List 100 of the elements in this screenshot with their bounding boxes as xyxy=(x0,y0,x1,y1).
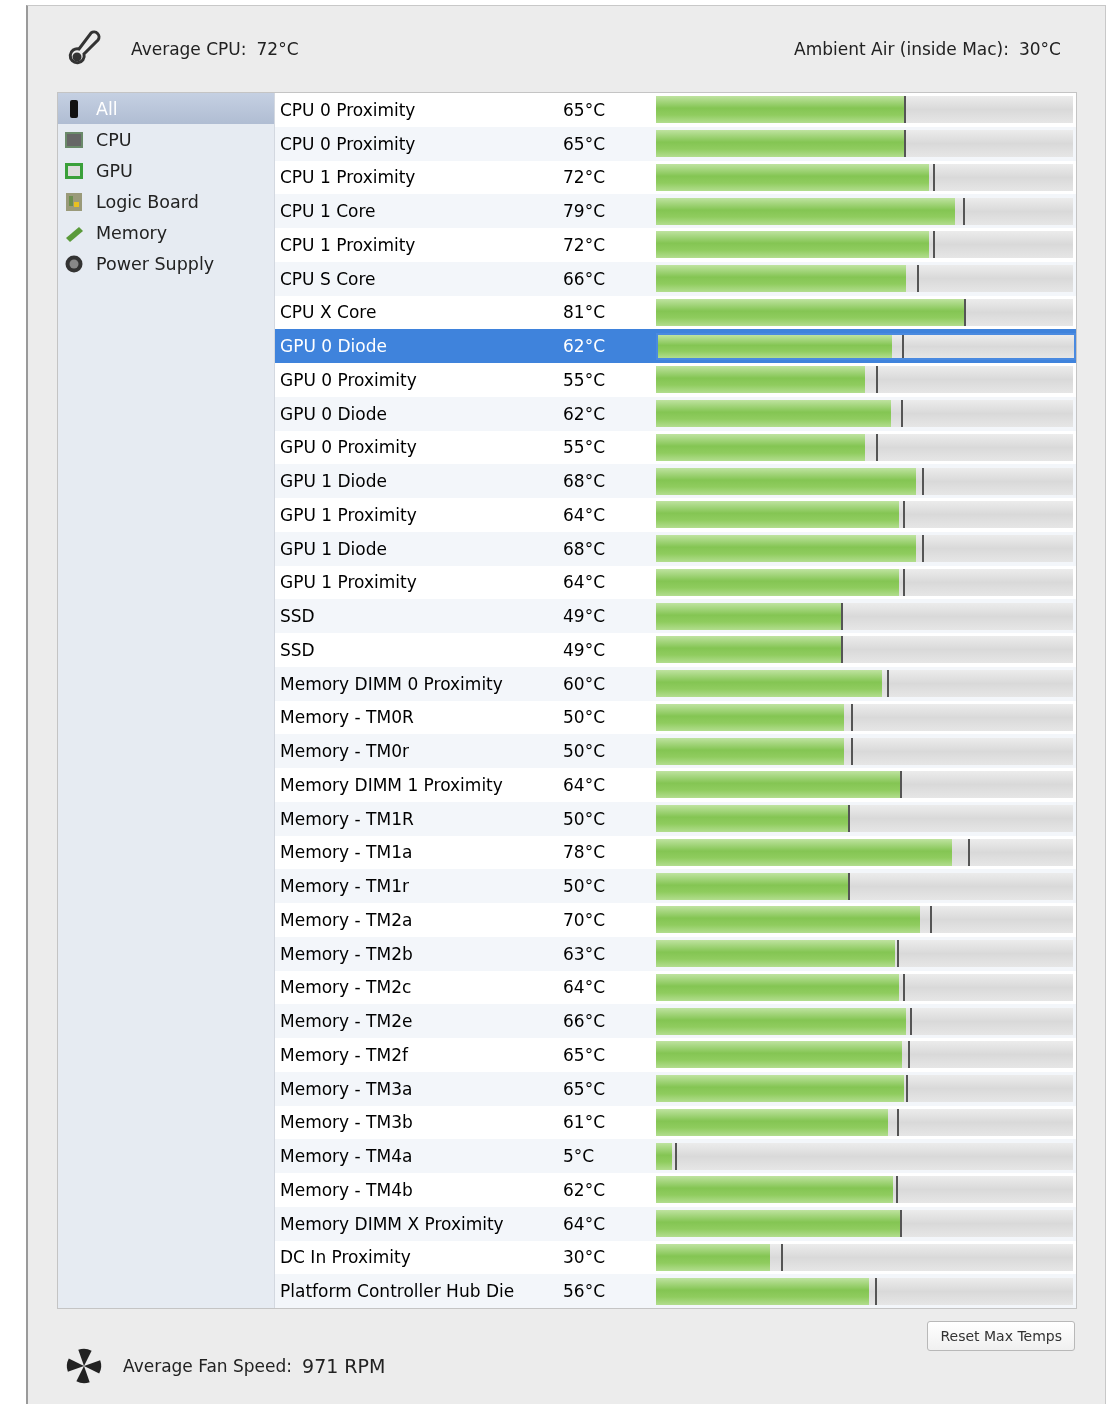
sensor-temperature: 72°C xyxy=(562,167,606,188)
ambient-air-value: 30°C xyxy=(1019,39,1061,59)
sensor-name: SSD xyxy=(279,606,316,627)
sensor-temperature: 56°C xyxy=(562,1281,606,1302)
sensor-name: Memory DIMM 1 Proximity xyxy=(279,774,504,795)
sensor-name: Memory - TM1r xyxy=(279,876,410,897)
sensor-row[interactable]: Memory - TM2b 63°C xyxy=(275,936,1076,971)
fan-icon xyxy=(65,1347,103,1385)
sensor-temperature: 65°C xyxy=(562,133,606,154)
sensor-name: CPU 0 Proximity xyxy=(279,99,417,120)
sensor-name: Platform Controller Hub Die xyxy=(279,1281,516,1302)
sensor-name: Memory - TM1R xyxy=(279,808,415,829)
sensor-name: CPU S Core xyxy=(279,268,377,289)
sensor-row[interactable]: Memory DIMM 0 Proximity 60°C xyxy=(275,666,1076,701)
sensor-name: Memory DIMM X Proximity xyxy=(279,1213,505,1234)
sensor-name: Memory - TM3a xyxy=(279,1078,414,1099)
sensor-name: Memory - TM1a xyxy=(279,842,414,863)
sensor-temperature: 63°C xyxy=(562,943,606,964)
sensor-row[interactable]: Memory - TM4a 5°C xyxy=(275,1139,1076,1173)
sensor-temperature: 68°C xyxy=(562,538,606,559)
sensor-name: Memory - TM0r xyxy=(279,741,410,762)
sensor-temperature: 61°C xyxy=(562,1112,606,1133)
sensor-temperature: 81°C xyxy=(562,302,606,323)
sensor-name: GPU 0 Diode xyxy=(279,403,388,424)
sensor-row[interactable]: CPU 0 Proximity 65°C xyxy=(275,126,1076,161)
sensor-temperature: 55°C xyxy=(562,369,606,390)
sensor-temperature: 30°C xyxy=(562,1247,606,1268)
average-cpu-value: 72°C xyxy=(256,39,299,59)
sensor-name: CPU 1 Proximity xyxy=(279,167,417,188)
chip-icon xyxy=(64,129,84,150)
sensor-name: Memory - TM2b xyxy=(279,943,414,964)
sensor-temperature: 66°C xyxy=(562,268,606,289)
sensor-row[interactable]: Memory - TM1R 50°C xyxy=(275,801,1076,836)
sensor-name: CPU 1 Proximity xyxy=(279,234,417,255)
sensor-name: CPU 0 Proximity xyxy=(279,133,417,154)
sensor-name: Memory - TM0R xyxy=(279,707,415,728)
sensor-row[interactable]: GPU 1 Diode 68°C xyxy=(275,464,1076,498)
sidebar-item[interactable]: GPU xyxy=(58,155,274,186)
sensor-temperature: 64°C xyxy=(562,774,606,795)
sensor-name: Memory - TM4b xyxy=(279,1179,414,1200)
average-cpu-label: Average CPU: xyxy=(131,39,247,59)
sensor-row[interactable]: Memory - TM1r 50°C xyxy=(275,869,1076,903)
sensor-row[interactable]: SSD 49°C xyxy=(275,599,1076,633)
sensor-row[interactable]: CPU S Core 66°C xyxy=(275,261,1076,296)
sensor-name: Memory - TM3b xyxy=(279,1112,414,1133)
sidebar-item[interactable]: Memory xyxy=(58,217,274,248)
sensor-temperature: 65°C xyxy=(562,1044,606,1065)
fan-speed-value: 971 RPM xyxy=(302,1355,386,1377)
sensor-temperature: 50°C xyxy=(562,741,606,762)
disc-icon xyxy=(64,253,84,274)
sensor-temperature: 62°C xyxy=(562,403,606,424)
sensor-temperature: 55°C xyxy=(562,437,606,458)
sensor-temperature: 64°C xyxy=(562,504,606,525)
sensor-temperature: 60°C xyxy=(562,673,606,694)
sensor-name: Memory - TM2a xyxy=(279,909,414,930)
sensor-temperature: 50°C xyxy=(562,876,606,897)
sensor-row[interactable]: GPU 0 Diode 62°C xyxy=(275,329,1076,363)
sensor-temperature: 66°C xyxy=(562,1011,606,1032)
sensor-name: GPU 1 Proximity xyxy=(279,504,418,525)
sensor-temperature: 78°C xyxy=(562,842,606,863)
sidebar-item[interactable]: Logic Board xyxy=(58,186,274,217)
sidebar-item[interactable]: Power Supply xyxy=(58,248,274,279)
sensor-temperature: 70°C xyxy=(562,909,606,930)
sensor-temperature: 65°C xyxy=(562,1078,606,1099)
sensor-temperature: 50°C xyxy=(562,808,606,829)
sensor-temperature: 49°C xyxy=(562,639,606,660)
sensor-temperature: 72°C xyxy=(562,234,606,255)
sensor-temperature: 64°C xyxy=(562,977,606,998)
sensor-temperature: 49°C xyxy=(562,606,606,627)
sensor-row[interactable]: Memory - TM2e 66°C xyxy=(275,1004,1076,1038)
sensor-temperature: 64°C xyxy=(562,1213,606,1234)
sensor-row[interactable]: Memory DIMM X Proximity 64°C xyxy=(275,1206,1076,1241)
sensor-name: Memory DIMM 0 Proximity xyxy=(279,673,504,694)
sensor-name: GPU 0 Diode xyxy=(279,336,388,357)
sensor-name: GPU 0 Proximity xyxy=(279,369,418,390)
sensor-name: Memory - TM2c xyxy=(279,977,413,998)
sensor-row[interactable]: GPU 1 Diode 68°C xyxy=(275,531,1076,566)
sensor-temperature: 62°C xyxy=(562,336,606,357)
sensor-row[interactable]: Memory - TM0r 50°C xyxy=(275,734,1076,768)
sidebar-item[interactable]: CPU xyxy=(58,124,274,155)
sensor-name: CPU 1 Core xyxy=(279,201,377,222)
sensor-row[interactable]: Memory - TM3a 65°C xyxy=(275,1071,1076,1106)
fan-speed-label: Average Fan Speed: xyxy=(123,1356,293,1376)
sensor-temperature: 50°C xyxy=(562,707,606,728)
sensor-temperature: 62°C xyxy=(562,1179,606,1200)
sensor-name: GPU 1 Diode xyxy=(279,538,388,559)
sensor-temperature: 79°C xyxy=(562,201,606,222)
sensor-temperature: 68°C xyxy=(562,471,606,492)
sensor-row[interactable]: GPU 0 Diode 62°C xyxy=(275,396,1076,431)
board-icon xyxy=(64,191,84,212)
sensor-name: Memory - TM2e xyxy=(279,1011,414,1032)
sensor-name: GPU 1 Diode xyxy=(279,471,388,492)
sensor-name: GPU 0 Proximity xyxy=(279,437,418,458)
sensor-name: Memory - TM2f xyxy=(279,1044,410,1065)
sensor-row[interactable]: Platform Controller Hub Die 56°C xyxy=(275,1274,1076,1308)
sensor-name: Memory - TM4a xyxy=(279,1146,414,1167)
reset-max-temps-button[interactable]: Reset Max Temps xyxy=(927,1321,1075,1351)
sensor-temperature: 65°C xyxy=(562,99,606,120)
sensor-temperature: 64°C xyxy=(562,572,606,593)
sensor-row[interactable]: CPU 1 Core 79°C xyxy=(275,194,1076,228)
